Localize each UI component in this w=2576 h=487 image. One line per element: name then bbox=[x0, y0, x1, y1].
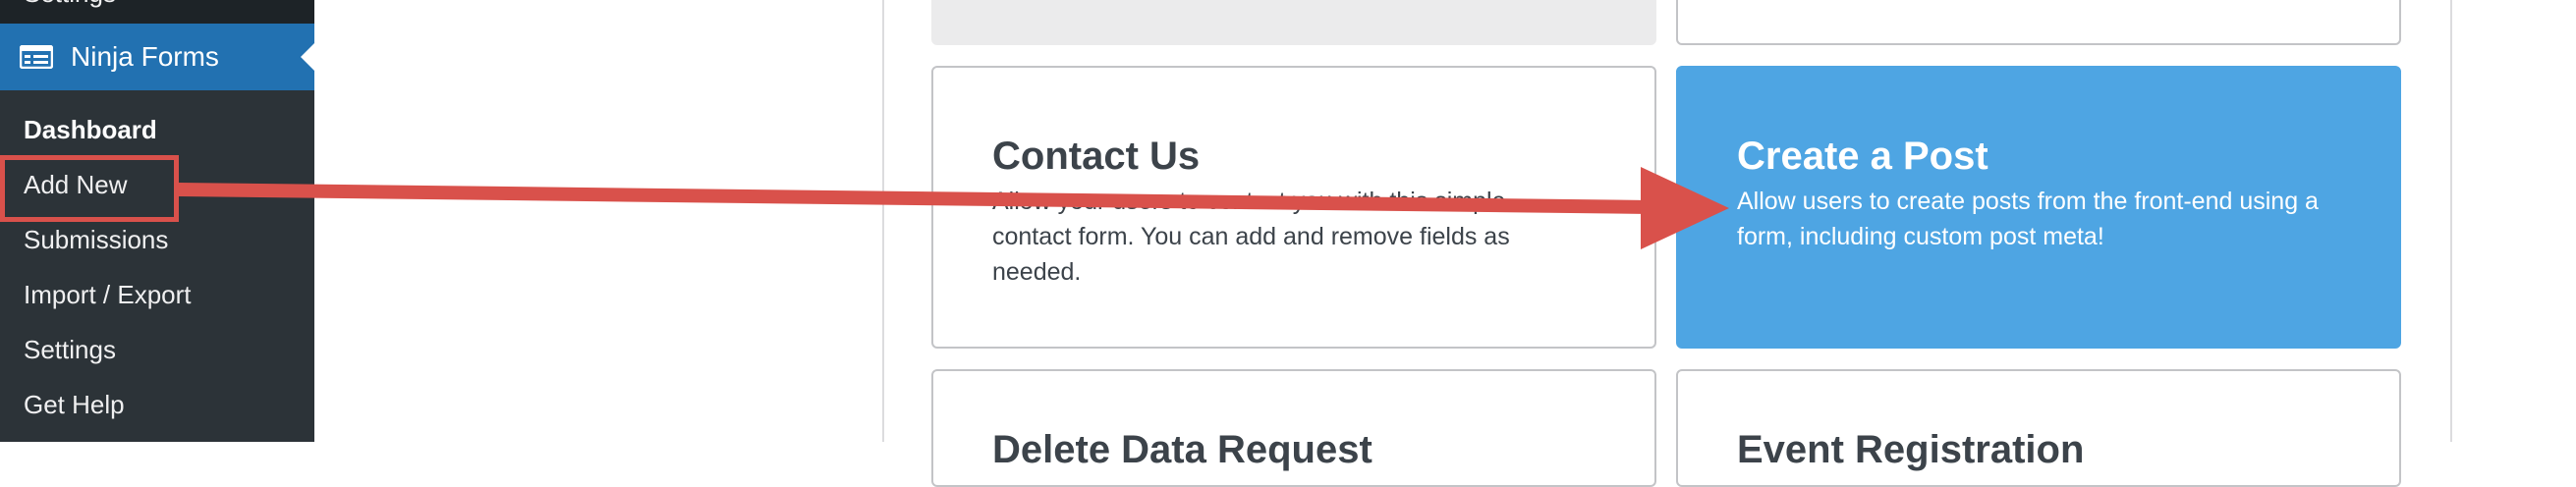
template-card-bottom-left[interactable]: Delete Data Request bbox=[931, 369, 1656, 487]
sidebar-item-get-help[interactable]: Get Help bbox=[24, 389, 125, 420]
template-card-top-left[interactable] bbox=[931, 0, 1656, 45]
sidebar-item-settings[interactable]: Settings bbox=[24, 334, 116, 365]
sidebar-item-import-export[interactable]: Import / Export bbox=[24, 279, 192, 310]
template-card-contact-us[interactable]: Contact Us Allow your users to contact y… bbox=[931, 66, 1656, 349]
card-title: Event Registration bbox=[1737, 428, 2085, 471]
card-title: Delete Data Request bbox=[992, 428, 1372, 471]
card-description: Allow your users to contact you with thi… bbox=[992, 188, 1510, 286]
sidebar-item-submissions[interactable]: Submissions bbox=[24, 224, 168, 255]
card-description: Allow users to create posts from the fro… bbox=[1737, 188, 2319, 250]
sidebar-item-label: Ninja Forms bbox=[71, 41, 219, 72]
content-frame-right bbox=[2450, 0, 2452, 442]
card-title: Contact Us bbox=[992, 135, 1201, 178]
sidebar-item-ninja-forms[interactable]: Ninja Forms bbox=[0, 24, 314, 90]
sidebar-prev-item[interactable]: Settings bbox=[0, 0, 314, 24]
template-card-bottom-right[interactable]: Event Registration bbox=[1676, 369, 2401, 487]
sidebar-item-dashboard[interactable]: Dashboard bbox=[24, 114, 157, 145]
card-title: Create a Post bbox=[1737, 135, 1988, 178]
template-card-create-a-post[interactable]: Create a Post Allow users to create post… bbox=[1676, 66, 2401, 349]
ninja-forms-icon bbox=[20, 45, 53, 69]
sidebar-prev-item-label: Settings bbox=[24, 0, 116, 9]
template-card-top-right[interactable] bbox=[1676, 0, 2401, 45]
content-frame-left bbox=[882, 0, 884, 442]
annotation-highlight-box bbox=[0, 155, 179, 222]
